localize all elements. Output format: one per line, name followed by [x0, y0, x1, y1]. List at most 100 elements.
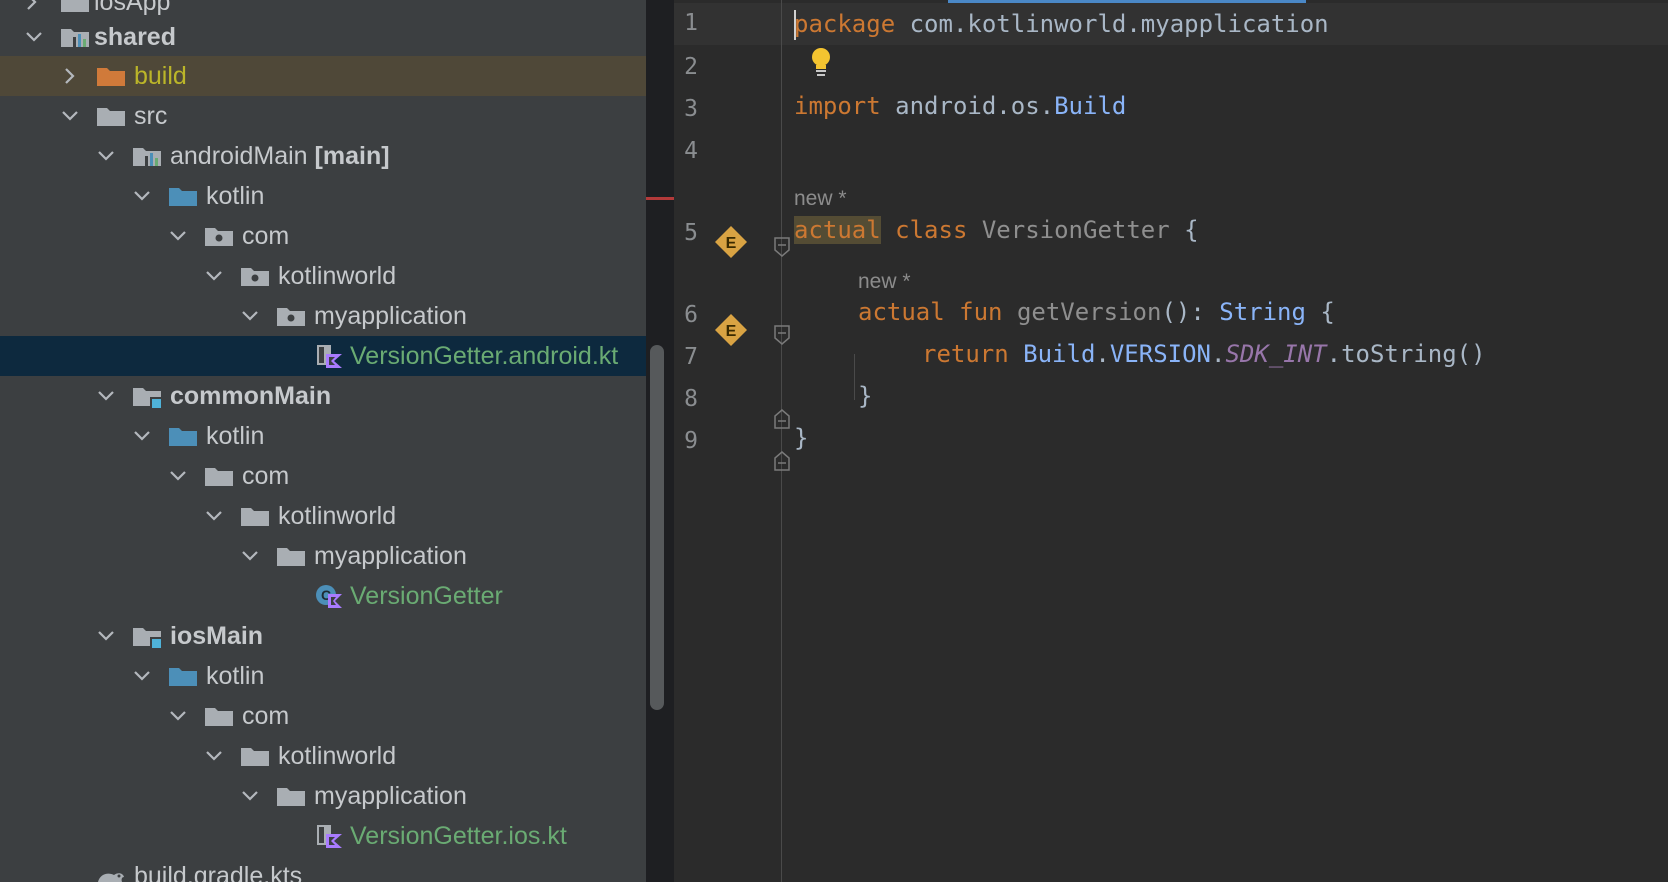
excluded-folder-icon — [96, 64, 126, 88]
project-tree: iosApp shared build src androidMain [main] ko… — [0, 0, 646, 882]
chevron-down-icon[interactable] — [94, 144, 118, 168]
fold-close-icon[interactable] — [773, 450, 791, 472]
fold-close-icon[interactable] — [773, 408, 791, 430]
tree-item-text: iosMain — [170, 622, 264, 650]
keyword-actual: actual — [858, 298, 945, 326]
type-name: VERSION — [1109, 340, 1212, 368]
tree-item-com[interactable]: com — [0, 456, 646, 496]
chevron-right-icon[interactable] — [58, 64, 82, 88]
chevron-down-icon[interactable] — [166, 704, 190, 728]
fold-open-icon[interactable] — [773, 324, 791, 346]
keyword: return — [922, 340, 1024, 368]
chevron-down-icon[interactable] — [166, 224, 190, 248]
chevron-down-icon[interactable] — [130, 184, 154, 208]
tree-item-label: myapplication — [314, 296, 467, 336]
tree-item-text: com — [242, 702, 290, 730]
tree-item-build-gradle[interactable]: build.gradle.kts — [0, 856, 646, 882]
tree-item-myapplication[interactable]: myapplication — [0, 296, 646, 336]
code-line-1[interactable]: package com.kotlinworld.myapplication — [794, 2, 1329, 46]
tree-item-text: kotlin — [206, 422, 265, 450]
chevron-down-icon[interactable] — [202, 504, 226, 528]
tree-item-versiongetter[interactable]: C VersionGetter — [0, 576, 646, 616]
tree-item-label: myapplication — [314, 536, 467, 576]
tree-item-label: commonMain — [170, 376, 331, 416]
tree-item-label: kotlinworld — [278, 256, 396, 296]
tree-item-label: build.gradle.kts — [134, 856, 302, 882]
chevron-down-icon[interactable] — [130, 664, 154, 688]
expect-marker-icon[interactable]: E — [714, 313, 748, 347]
line-number: 2 — [684, 54, 698, 80]
folder-icon — [204, 464, 234, 488]
tree-scrollbar[interactable] — [650, 345, 664, 710]
package-name: com.kotlinworld.myapplication — [895, 10, 1329, 38]
code-line-7[interactable]: return Build.VERSION.SDK_INT.toString() — [922, 332, 1486, 376]
tree-item-com[interactable]: com — [0, 216, 646, 256]
tree-item-versiongetter-ios[interactable]: VersionGetter.ios.kt — [0, 816, 646, 856]
chevron-down-icon[interactable] — [238, 784, 262, 808]
tree-item-kotlin[interactable]: kotlin — [0, 656, 646, 696]
keyword-actual: actual — [794, 216, 881, 244]
chevron-down-icon[interactable] — [238, 304, 262, 328]
tree-item-shared[interactable]: shared — [0, 17, 646, 57]
tree-item-myapplication[interactable]: myapplication — [0, 536, 646, 576]
keyword: fun — [944, 298, 1017, 326]
tree-item-kotlinworld[interactable]: kotlinworld — [0, 256, 646, 296]
fold-open-icon[interactable] — [773, 236, 791, 258]
tree-item-text: com — [242, 222, 290, 250]
code-line-6[interactable]: actual fun getVersion(): String { — [858, 290, 1335, 334]
dot: . — [1211, 340, 1226, 368]
tree-item-build[interactable]: build — [0, 56, 646, 96]
chevron-down-icon[interactable] — [94, 624, 118, 648]
tree-item-iosmain[interactable]: iosMain — [0, 616, 646, 656]
folder-icon — [96, 104, 126, 128]
tree-item-kotlinworld[interactable]: kotlinworld — [0, 496, 646, 536]
chevron-down-icon[interactable] — [130, 424, 154, 448]
chevron-down-icon[interactable] — [202, 264, 226, 288]
type-name: Build — [1054, 92, 1127, 120]
tree-item-text: kotlinworld — [278, 502, 397, 530]
chevron-down-icon[interactable] — [94, 384, 118, 408]
tree-item-versiongetter-android[interactable]: VersionGetter.android.kt — [0, 336, 646, 376]
chevron-down-icon[interactable] — [166, 464, 190, 488]
line-number: 7 — [684, 344, 698, 370]
folder-icon — [240, 504, 270, 528]
type-name: Build — [1023, 340, 1096, 368]
tree-item-kotlin[interactable]: kotlin — [0, 176, 646, 216]
expect-marker-icon[interactable]: E — [714, 225, 748, 259]
tree-item-text: VersionGetter — [350, 582, 503, 610]
line-number: 5 — [684, 220, 698, 246]
gradle-icon — [96, 864, 126, 882]
tree-item-text: iosApp — [94, 0, 171, 16]
tree-item-label: VersionGetter — [350, 576, 503, 616]
chevron-down-icon[interactable] — [238, 544, 262, 568]
chevron-right-icon[interactable] — [20, 0, 44, 14]
code-line-8[interactable]: } — [858, 374, 872, 418]
chevron-down-icon[interactable] — [202, 744, 226, 768]
module-icon — [60, 0, 90, 14]
tree-item-text: kotlin — [206, 662, 265, 690]
tree-item-text: build — [134, 62, 187, 90]
tree-item-kotlinworld[interactable]: kotlinworld — [0, 736, 646, 776]
tree-item-text: myapplication — [314, 542, 467, 570]
tree-item-kotlin[interactable]: kotlin — [0, 416, 646, 456]
tree-item-androidmain[interactable]: androidMain [main] — [0, 136, 646, 176]
chevron-down-icon[interactable] — [22, 25, 46, 49]
type-name: String — [1219, 298, 1306, 326]
expect-marker-letter: E — [726, 323, 737, 340]
lightbulb-icon[interactable] — [808, 46, 834, 78]
chevron-down-icon[interactable] — [58, 104, 82, 128]
tree-item-com[interactable]: com — [0, 696, 646, 736]
tree-item-myapplication[interactable]: myapplication — [0, 776, 646, 816]
tree-item-commonmain[interactable]: commonMain — [0, 376, 646, 416]
tree-item-label: kotlin — [206, 416, 264, 456]
line-number: 4 — [684, 138, 698, 164]
tree-item-text: build.gradle.kts — [134, 862, 303, 882]
code-editor[interactable]: 1 2 3 4 5 6 7 8 9 package com.kotlinworl… — [674, 0, 1668, 882]
code-line-9[interactable]: } — [794, 416, 808, 460]
code-line-3[interactable]: import android.os.Build — [794, 84, 1126, 128]
code-line-5[interactable]: actual class VersionGetter { — [794, 208, 1199, 252]
gutter-separator — [781, 0, 782, 882]
tree-item-label: myapplication — [314, 776, 467, 816]
tree-item-text: shared — [94, 23, 176, 51]
tree-item-src[interactable]: src — [0, 96, 646, 136]
